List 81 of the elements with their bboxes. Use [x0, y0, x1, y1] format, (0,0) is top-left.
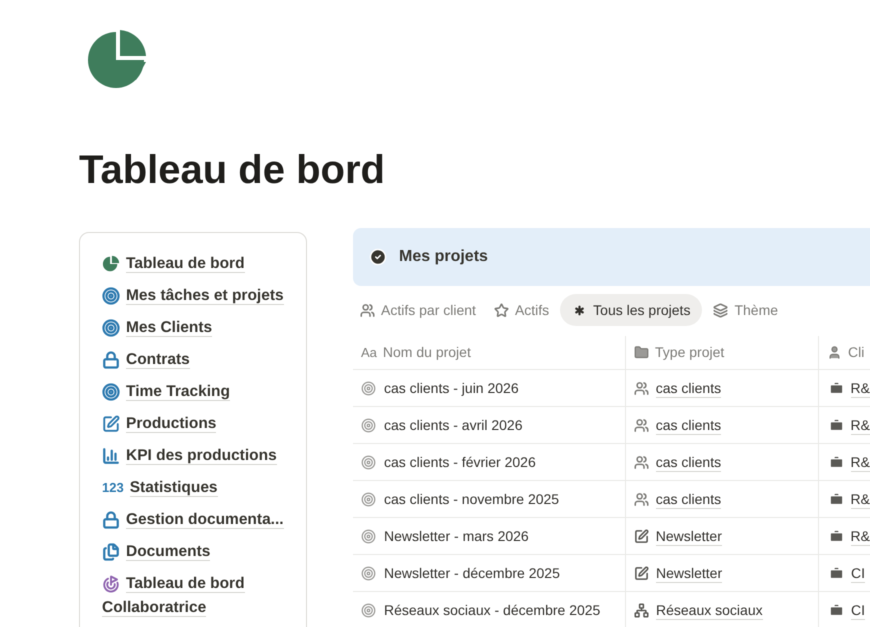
people-icon [634, 454, 649, 470]
people-icon [634, 380, 649, 396]
briefcase-icon [828, 528, 844, 544]
sidebar-link[interactable]: Gestion documenta... [102, 508, 298, 540]
project-type-link[interactable]: cas clients [656, 452, 722, 472]
star-icon [494, 302, 509, 318]
sidebar-link[interactable]: 123 Statistiques [102, 476, 298, 508]
page-title: Tableau de bord [79, 147, 386, 194]
target-icon [102, 318, 120, 337]
client-link[interactable]: R& [850, 490, 870, 508]
project-type-link[interactable]: Réseaux sociaux [656, 600, 763, 620]
sidebar-link[interactable]: Mes Clients [102, 316, 298, 348]
project-name[interactable]: cas clients - avril 2026 [384, 414, 523, 436]
client-link[interactable]: R& [850, 416, 870, 434]
view-tab[interactable]: Actifs par client [353, 294, 483, 326]
pie-chart-logo [88, 30, 148, 90]
sidebar-link[interactable]: Documents [102, 540, 298, 572]
briefcase-icon [828, 380, 844, 396]
target-arrow-icon [102, 574, 120, 593]
briefcase-icon [828, 418, 844, 432]
briefcase-icon [828, 492, 844, 506]
project-name[interactable]: cas clients - février 2026 [384, 452, 536, 472]
stack-icon [713, 302, 728, 318]
check-circle-icon [369, 248, 387, 266]
briefcase-icon [829, 602, 844, 618]
pie-chart-icon [102, 254, 120, 273]
target-icon [102, 382, 120, 401]
target-icon [361, 492, 376, 506]
target-icon [361, 380, 376, 396]
project-name[interactable]: cas clients - novembre 2025 [384, 488, 560, 510]
column-header[interactable]: Type projet [626, 336, 819, 369]
briefcase-icon [828, 454, 844, 470]
hierarchy-icon [634, 602, 649, 618]
target-icon [361, 602, 376, 618]
client-link[interactable]: R& [850, 526, 870, 546]
briefcase-icon [829, 566, 844, 580]
numbers-icon: 123 [102, 476, 124, 500]
sidebar-link[interactable]: Contrats [102, 348, 298, 380]
project-name[interactable]: Newsletter - décembre 2025 [384, 562, 560, 584]
project-type-link[interactable]: cas clients [656, 490, 722, 508]
project-type-link[interactable]: Newsletter [656, 564, 722, 582]
sidebar-link[interactable]: Productions [102, 412, 298, 444]
people-icon [360, 302, 375, 318]
client-link[interactable]: CI [851, 600, 865, 620]
target-icon [361, 566, 376, 580]
client-link[interactable]: R& [850, 452, 870, 472]
text-type-icon: Aa [361, 342, 377, 362]
people-icon [634, 492, 649, 506]
client-link[interactable]: R& [850, 378, 870, 398]
sidebar-link[interactable]: KPI des productions [102, 444, 298, 476]
project-name[interactable]: Newsletter - mars 2026 [384, 526, 529, 546]
person-icon [827, 345, 842, 360]
target-icon [361, 528, 376, 544]
view-tab[interactable]: Thème [706, 294, 786, 326]
client-link[interactable]: CI [851, 564, 865, 582]
sidebar-link[interactable]: Tableau de bord [102, 252, 298, 284]
column-header[interactable]: Cli [819, 336, 870, 369]
target-icon [102, 286, 120, 305]
lock-icon [102, 510, 120, 529]
view-tab[interactable]: Actifs [486, 294, 556, 326]
people-icon [634, 418, 649, 432]
project-type-link[interactable]: Newsletter [656, 526, 722, 546]
project-type-link[interactable]: cas clients [656, 378, 722, 398]
sidebar-link[interactable]: Mes tâches et projets [102, 284, 298, 316]
folder-icon [634, 345, 649, 360]
view-tab[interactable]: Tous les projets [560, 294, 702, 326]
target-icon [361, 418, 376, 432]
project-type-link[interactable]: cas clients [656, 416, 722, 434]
project-name[interactable]: cas clients - juin 2026 [384, 378, 519, 398]
lock-icon [102, 350, 120, 369]
sidebar-link[interactable]: Tableau de bord Collaboratrice [102, 572, 298, 620]
project-name[interactable]: Réseaux sociaux - décembre 2025 [384, 600, 600, 620]
pen-icon [102, 414, 120, 433]
pen-icon [634, 528, 649, 544]
bar-chart-icon [102, 446, 120, 465]
pen-icon [634, 566, 649, 580]
view-title: Mes projets [399, 247, 488, 267]
target-icon [361, 454, 376, 470]
column-header[interactable]: Aa Nom du projet [353, 336, 626, 369]
documents-icon [102, 542, 120, 561]
sidebar-link[interactable]: Time Tracking [102, 380, 298, 412]
